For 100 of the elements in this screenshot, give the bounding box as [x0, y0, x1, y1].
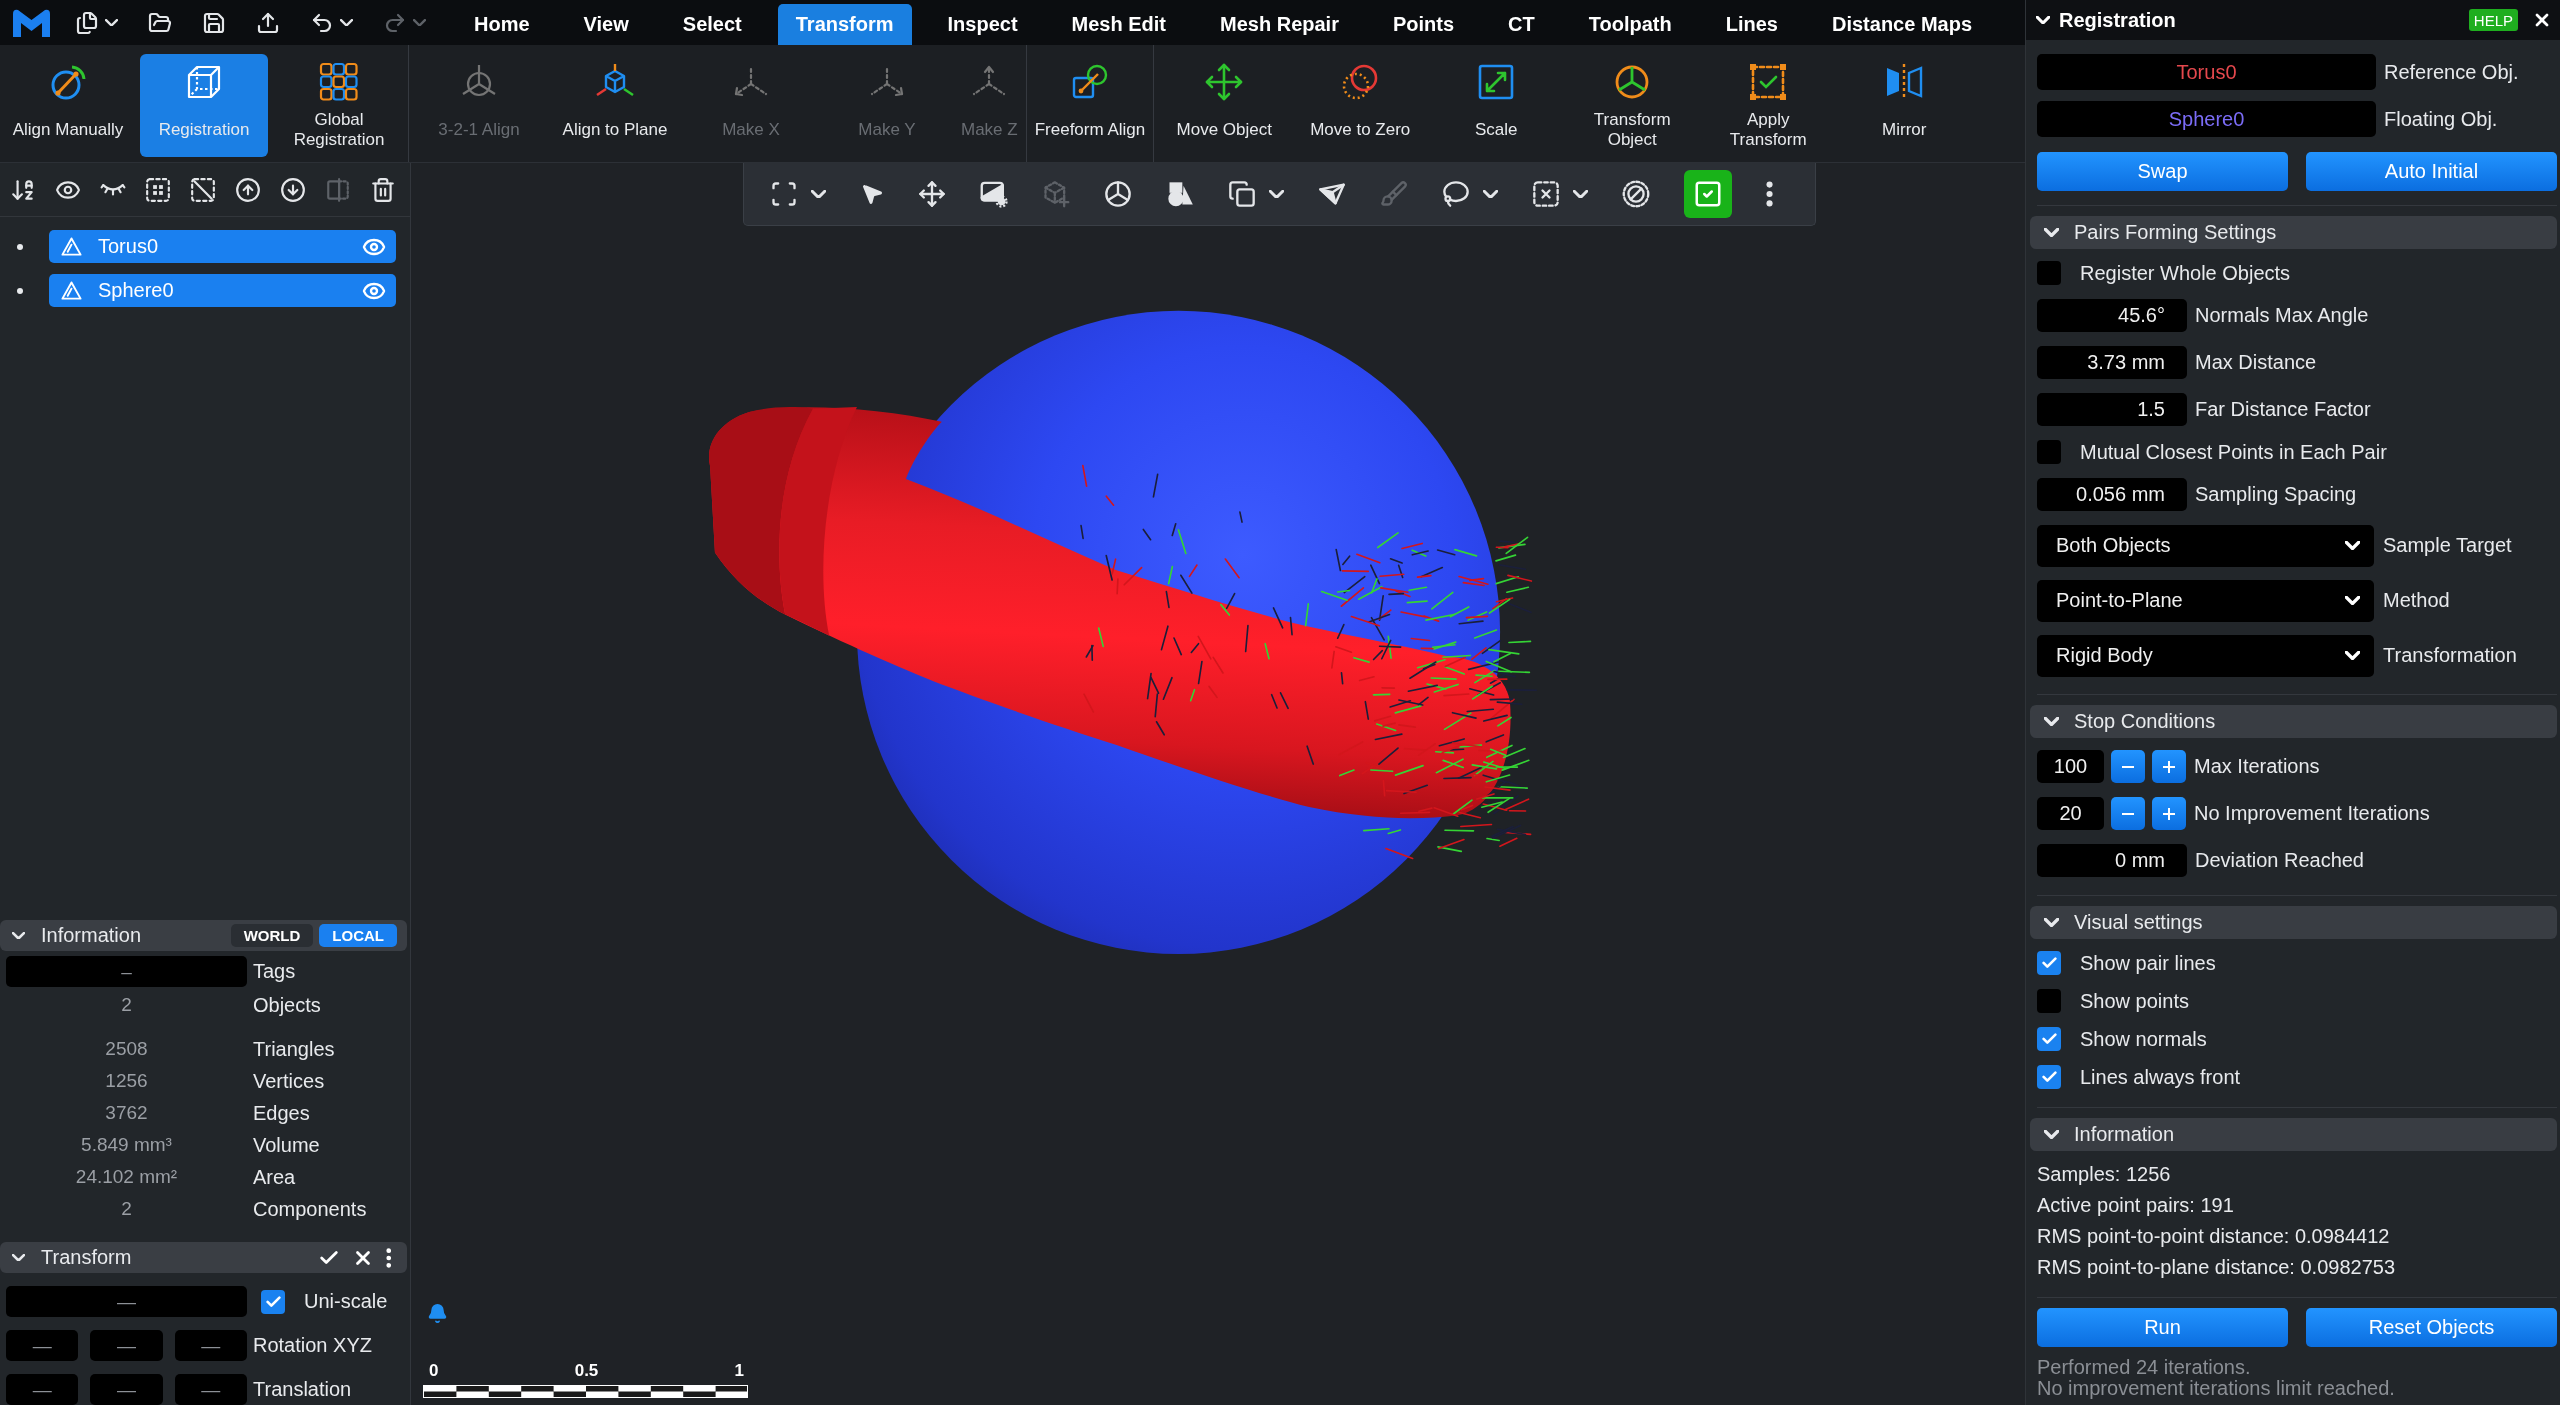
save-icon[interactable]	[202, 10, 226, 35]
ribbon-button[interactable]: Align Manually	[4, 54, 132, 157]
dashed-square-slash-icon[interactable]	[190, 176, 216, 203]
number-field[interactable]: 3.73 mm	[2037, 346, 2187, 379]
action-button[interactable]: Reset Objects	[2306, 1308, 2557, 1347]
upload-icon[interactable]	[256, 10, 280, 35]
more-icon[interactable]	[385, 1247, 391, 1268]
value-field[interactable]: —	[6, 1330, 79, 1361]
documents-icon[interactable]	[75, 10, 99, 35]
section-header[interactable]: Pairs Forming Settings	[2030, 216, 2557, 249]
menu-tab[interactable]: Lines	[1707, 4, 1796, 45]
ribbon-button[interactable]: Freeform Align	[1032, 54, 1148, 157]
shapes-icon[interactable]	[1166, 180, 1194, 208]
checkbox[interactable]	[2037, 1065, 2061, 1089]
section-title: Information	[41, 924, 142, 947]
ribbon-button[interactable]: Global Registration	[276, 54, 402, 157]
action-button[interactable]: Auto Initial	[2306, 152, 2557, 191]
increment-button[interactable]	[2152, 797, 2186, 830]
action-button[interactable]: Swap	[2037, 152, 2288, 191]
ribbon-button[interactable]: Apply Transform	[1704, 54, 1833, 157]
value-field[interactable]: —	[90, 1374, 163, 1405]
field-label: Floating Obj.	[2384, 107, 2498, 131]
tree-item[interactable]: Sphere0	[49, 274, 396, 307]
decrement-button[interactable]	[2111, 797, 2145, 830]
number-field[interactable]: 0.056 mm	[2037, 478, 2187, 511]
checkbox[interactable]	[2037, 1027, 2061, 1051]
menu-tab[interactable]: Distance Maps	[1813, 4, 1991, 45]
frame-icon[interactable]	[770, 180, 798, 208]
dropdown[interactable]: Both Objects	[2037, 524, 2374, 567]
section-header[interactable]: Stop Conditions	[2030, 705, 2557, 738]
image-gear-icon[interactable]	[980, 180, 1008, 208]
checkbox[interactable]	[2037, 989, 2061, 1013]
menu-tab[interactable]: View	[565, 4, 647, 45]
object-field[interactable]: Sphere0	[2037, 101, 2376, 137]
dashed-square-x-icon[interactable]	[1532, 180, 1560, 208]
move-arrows-icon[interactable]	[918, 180, 946, 208]
chevron-icon[interactable]	[12, 1253, 25, 1262]
action-button[interactable]: Run	[2037, 1308, 2288, 1347]
chevron-icon[interactable]	[12, 931, 25, 940]
number-field[interactable]: 1.5	[2037, 393, 2187, 426]
menu-tab[interactable]: Mesh Edit	[1053, 4, 1185, 45]
info-label: Rotation XYZ	[253, 1334, 372, 1357]
folder-icon[interactable]	[148, 10, 172, 35]
paper-plane-icon[interactable]	[1318, 180, 1346, 208]
info-label: Area	[253, 1165, 296, 1189]
checkbox[interactable]	[2037, 261, 2061, 285]
tree-item[interactable]: Torus0	[49, 230, 396, 263]
value-field[interactable]: —	[174, 1374, 247, 1405]
ribbon-button[interactable]: Transform Object	[1568, 54, 1697, 157]
arrow-down-circle-icon[interactable]	[280, 176, 306, 203]
lasso-icon[interactable]	[1442, 180, 1470, 208]
toggle-button[interactable]	[1684, 170, 1732, 218]
section-header[interactable]: Visual settings	[2030, 906, 2557, 939]
cursor-icon[interactable]	[860, 182, 884, 206]
dropdown[interactable]: Point-to-Plane	[2037, 579, 2374, 622]
circle-spokes-icon[interactable]	[1104, 180, 1132, 208]
check-square-icon	[1693, 179, 1723, 209]
value-field[interactable]: —	[6, 1286, 247, 1317]
increment-button[interactable]	[2152, 750, 2186, 783]
triangle-icon	[61, 236, 82, 257]
number-field[interactable]: 45.6°	[2037, 299, 2187, 332]
circle-slash-icon[interactable]	[1622, 180, 1650, 208]
field-label: Sampling Spacing	[2195, 483, 2357, 506]
ribbon-button[interactable]: Move to Zero	[1296, 54, 1425, 157]
value-field[interactable]: —	[90, 1330, 163, 1361]
ribbon-button[interactable]: Scale	[1432, 54, 1561, 157]
more-icon[interactable]	[1766, 181, 1774, 207]
ribbon-button[interactable]: Move Object	[1160, 54, 1289, 157]
menu-tab[interactable]: Select	[664, 4, 760, 45]
object-field[interactable]: Torus0	[2037, 54, 2376, 90]
value-field[interactable]: —	[174, 1330, 247, 1361]
tags-field[interactable]: –	[6, 956, 247, 987]
closed-eye-icon[interactable]	[100, 183, 126, 196]
value-field[interactable]: —	[6, 1374, 79, 1405]
checkbox[interactable]	[2037, 951, 2061, 975]
checkbox[interactable]	[261, 1289, 285, 1314]
menu-tab[interactable]: CT	[1490, 4, 1553, 45]
ribbon-button[interactable]: Align to Plane	[551, 54, 679, 157]
menu-tab[interactable]: Transform	[777, 4, 912, 45]
trash-icon[interactable]	[370, 176, 396, 203]
arrow-up-circle-icon[interactable]	[235, 176, 261, 203]
decrement-button[interactable]	[2111, 750, 2145, 783]
copy-icon[interactable]	[1228, 180, 1256, 208]
menu-tab[interactable]: Home	[456, 4, 548, 45]
menu-tab[interactable]: Toolpath	[1570, 4, 1690, 45]
checkmark-icon	[265, 1295, 281, 1308]
checkbox[interactable]	[2037, 440, 2061, 464]
dotted-square-icon[interactable]	[145, 176, 171, 203]
dropdown[interactable]: Rigid Body	[2037, 634, 2374, 677]
menu-tab[interactable]: Mesh Repair	[1202, 4, 1357, 45]
number-field[interactable]: 0 mm	[2037, 844, 2187, 877]
mode-toggle[interactable]: LOCAL	[319, 924, 397, 947]
mode-toggle[interactable]: WORLD	[230, 924, 314, 947]
menu-tab[interactable]: Points	[1374, 4, 1473, 45]
number-field[interactable]: 20	[2037, 797, 2104, 830]
ribbon-button[interactable]: Mirror	[1840, 54, 1969, 157]
bell-icon[interactable]	[427, 1303, 448, 1324]
section-header[interactable]: Information	[2030, 1118, 2557, 1151]
menu-tab[interactable]: Inspect	[929, 4, 1036, 45]
number-field[interactable]: 100	[2037, 750, 2104, 783]
